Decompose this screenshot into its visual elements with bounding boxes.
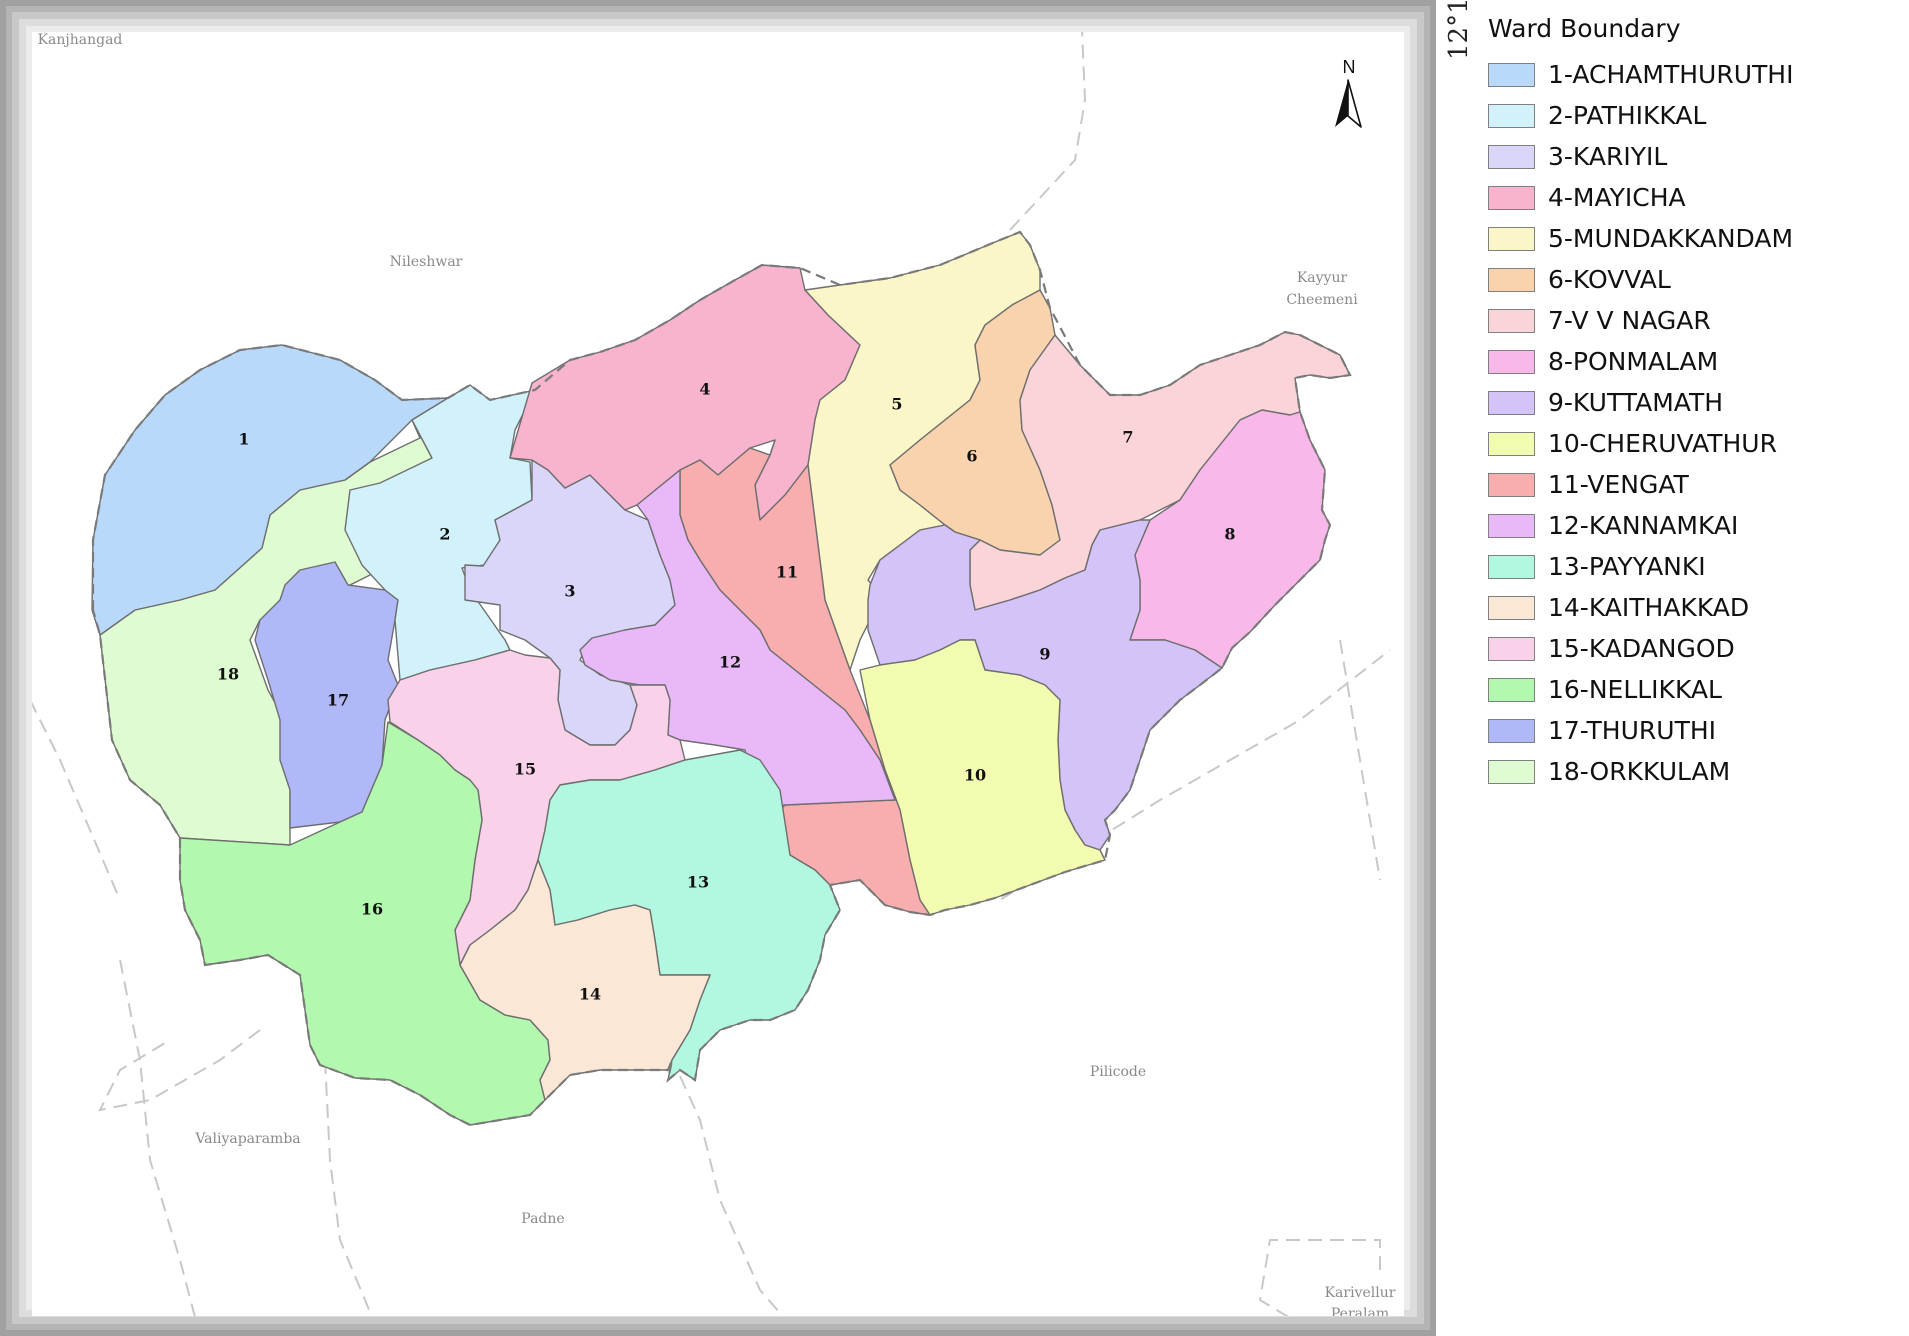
legend-label: 16-NELLIKKAL — [1548, 675, 1722, 704]
ward-label-14: 14 — [579, 985, 601, 1004]
legend-item-ward-9: 9-KUTTAMATH — [1488, 382, 1898, 423]
legend-swatch — [1488, 308, 1535, 333]
legend-title: Ward Boundary — [1488, 14, 1681, 43]
legend-swatch — [1488, 677, 1535, 702]
place-label-valiyaparamba: Valiyaparamba — [194, 1131, 300, 1147]
place-label-karivellur-peralam: Karivellur Peralam — [1325, 1285, 1396, 1316]
legend-item-ward-7: 7-V V NAGAR — [1488, 300, 1898, 341]
legend-swatch — [1488, 144, 1535, 169]
legend-swatch — [1488, 718, 1535, 743]
legend-label: 4-MAYICHA — [1548, 183, 1686, 212]
ward-label-18: 18 — [217, 665, 239, 684]
ward-label-16: 16 — [361, 900, 383, 919]
legend-item-ward-10: 10-CHERUVATHUR — [1488, 423, 1898, 464]
place-label-nileshwar: Nileshwar — [390, 254, 463, 270]
place-label-padne: Padne — [521, 1211, 564, 1227]
legend: Ward Boundary 1-ACHAMTHURUTHI 2-PATHIKKAL… — [1488, 10, 1898, 792]
ward-label-3: 3 — [564, 582, 575, 601]
place-label-pilicode: Pilicode — [1090, 1064, 1146, 1080]
legend-item-ward-1: 1-ACHAMTHURUTHI — [1488, 54, 1898, 95]
ward-label-9: 9 — [1039, 645, 1050, 664]
legend-label: 18-ORKKULAM — [1548, 757, 1731, 786]
legend-swatch — [1488, 226, 1535, 251]
legend-label: 6-KOVVAL — [1548, 265, 1671, 294]
legend-label: 12-KANNAMKAI — [1548, 511, 1739, 540]
legend-item-ward-12: 12-KANNAMKAI — [1488, 505, 1898, 546]
legend-item-ward-2: 2-PATHIKKAL — [1488, 95, 1898, 136]
place-label-kanjhangad: Kanjhangad — [38, 32, 123, 48]
north-arrow-icon: N — [1335, 57, 1362, 128]
ward-label-11: 11 — [776, 563, 798, 582]
legend-swatch — [1488, 595, 1535, 620]
legend-label: 7-V V NAGAR — [1548, 306, 1711, 335]
legend-item-ward-6: 6-KOVVAL — [1488, 259, 1898, 300]
legend-item-ward-3: 3-KARIYIL — [1488, 136, 1898, 177]
legend-item-ward-13: 13-PAYYANKI — [1488, 546, 1898, 587]
legend-label: 2-PATHIKKAL — [1548, 101, 1707, 130]
legend-label: 13-PAYYANKI — [1548, 552, 1706, 581]
legend-label: 5-MUNDAKKANDAM — [1548, 224, 1794, 253]
legend-label: 1-ACHAMTHURUTHI — [1548, 60, 1794, 89]
legend-label: 14-KAITHAKKAD — [1548, 593, 1750, 622]
legend-item-ward-18: 18-ORKKULAM — [1488, 751, 1898, 792]
legend-swatch — [1488, 472, 1535, 497]
legend-item-ward-16: 16-NELLIKKAL — [1488, 669, 1898, 710]
ward-label-4: 4 — [699, 380, 710, 399]
legend-item-ward-8: 8-PONMALAM — [1488, 341, 1898, 382]
legend-item-ward-14: 14-KAITHAKKAD — [1488, 587, 1898, 628]
ward-label-1: 1 — [238, 430, 249, 449]
legend-item-ward-17: 17-THURUTHI — [1488, 710, 1898, 751]
legend-item-ward-11: 11-VENGAT — [1488, 464, 1898, 505]
legend-swatch — [1488, 759, 1535, 784]
ward-polygons[interactable] — [91, 231, 1351, 1126]
legend-swatch — [1488, 431, 1535, 456]
legend-item-ward-15: 15-KADANGOD — [1488, 628, 1898, 669]
map-canvas[interactable]: 1 2 3 4 5 6 7 8 9 10 11 12 13 14 15 16 1… — [32, 32, 1404, 1316]
north-label: N — [1343, 57, 1356, 77]
ward-map[interactable]: 1 2 3 4 5 6 7 8 9 10 11 12 13 14 15 16 1… — [32, 32, 1404, 1316]
ward-label-10: 10 — [964, 766, 986, 785]
place-label-kayyur-cheemeni: Kayyur Cheemeni — [1286, 270, 1358, 308]
legend-swatch — [1488, 62, 1535, 87]
legend-label: 11-VENGAT — [1548, 470, 1689, 499]
legend-label: 3-KARIYIL — [1548, 142, 1668, 171]
ward-label-13: 13 — [687, 873, 709, 892]
legend-swatch — [1488, 554, 1535, 579]
ward-label-2: 2 — [439, 525, 450, 544]
ward-label-8: 8 — [1224, 525, 1235, 544]
legend-label: 9-KUTTAMATH — [1548, 388, 1724, 417]
ward-label-7: 7 — [1122, 428, 1133, 447]
legend-swatch — [1488, 390, 1535, 415]
legend-items: 1-ACHAMTHURUTHI 2-PATHIKKAL 3-KARIYIL 4-MAY… — [1488, 54, 1898, 792]
ward-label-6: 6 — [966, 447, 977, 466]
legend-swatch — [1488, 185, 1535, 210]
ward-label-12: 12 — [719, 653, 741, 672]
legend-label: 10-CHERUVATHUR — [1548, 429, 1777, 458]
legend-label: 15-KADANGOD — [1548, 634, 1735, 663]
legend-item-ward-4: 4-MAYICHA — [1488, 177, 1898, 218]
legend-swatch — [1488, 267, 1535, 292]
legend-swatch — [1488, 513, 1535, 538]
legend-label: 8-PONMALAM — [1548, 347, 1719, 376]
graticule-label: 12°1 — [1444, 0, 1474, 60]
map-frame: 1 2 3 4 5 6 7 8 9 10 11 12 13 14 15 16 1… — [0, 0, 1436, 1336]
legend-swatch — [1488, 349, 1535, 374]
ward-label-5: 5 — [891, 395, 902, 414]
legend-item-ward-5: 5-MUNDAKKANDAM — [1488, 218, 1898, 259]
legend-swatch — [1488, 636, 1535, 661]
ward-label-17: 17 — [327, 691, 349, 710]
legend-label: 17-THURUTHI — [1548, 716, 1717, 745]
legend-swatch — [1488, 103, 1535, 128]
ward-label-15: 15 — [514, 760, 536, 779]
